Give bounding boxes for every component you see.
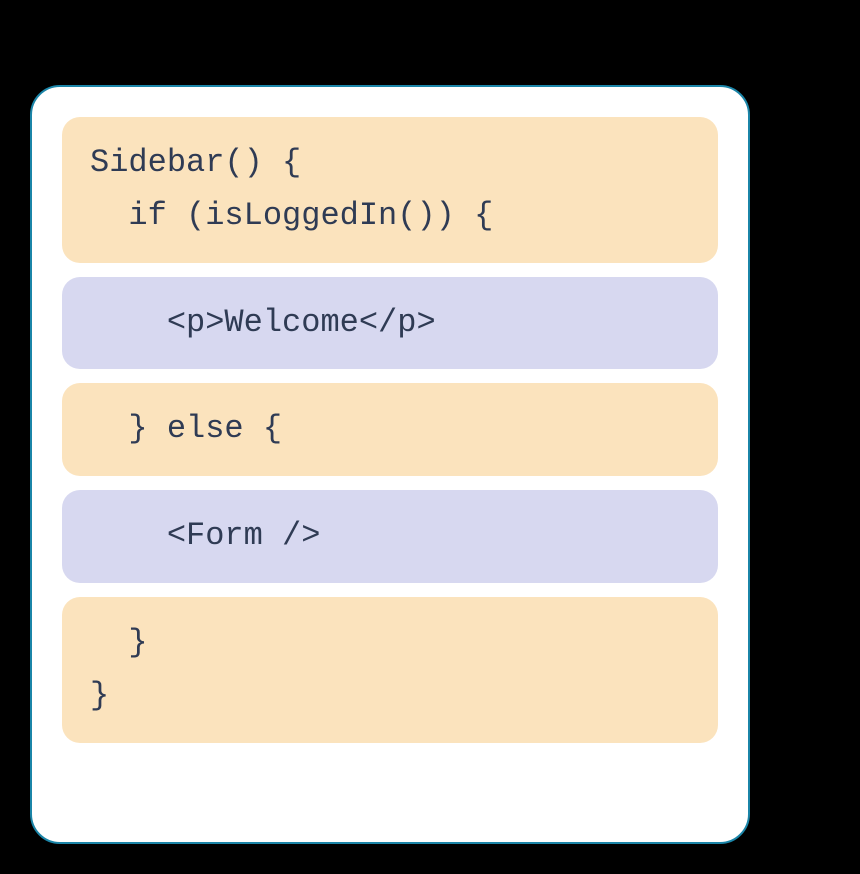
code-block-5: } }	[62, 597, 718, 743]
code-block-3: } else {	[62, 383, 718, 476]
code-block-1: Sidebar() { if (isLoggedIn()) {	[62, 117, 718, 263]
code-block-4: <Form />	[62, 490, 718, 583]
code-card: Sidebar() { if (isLoggedIn()) { <p>Welco…	[30, 85, 750, 844]
code-block-2: <p>Welcome</p>	[62, 277, 718, 370]
